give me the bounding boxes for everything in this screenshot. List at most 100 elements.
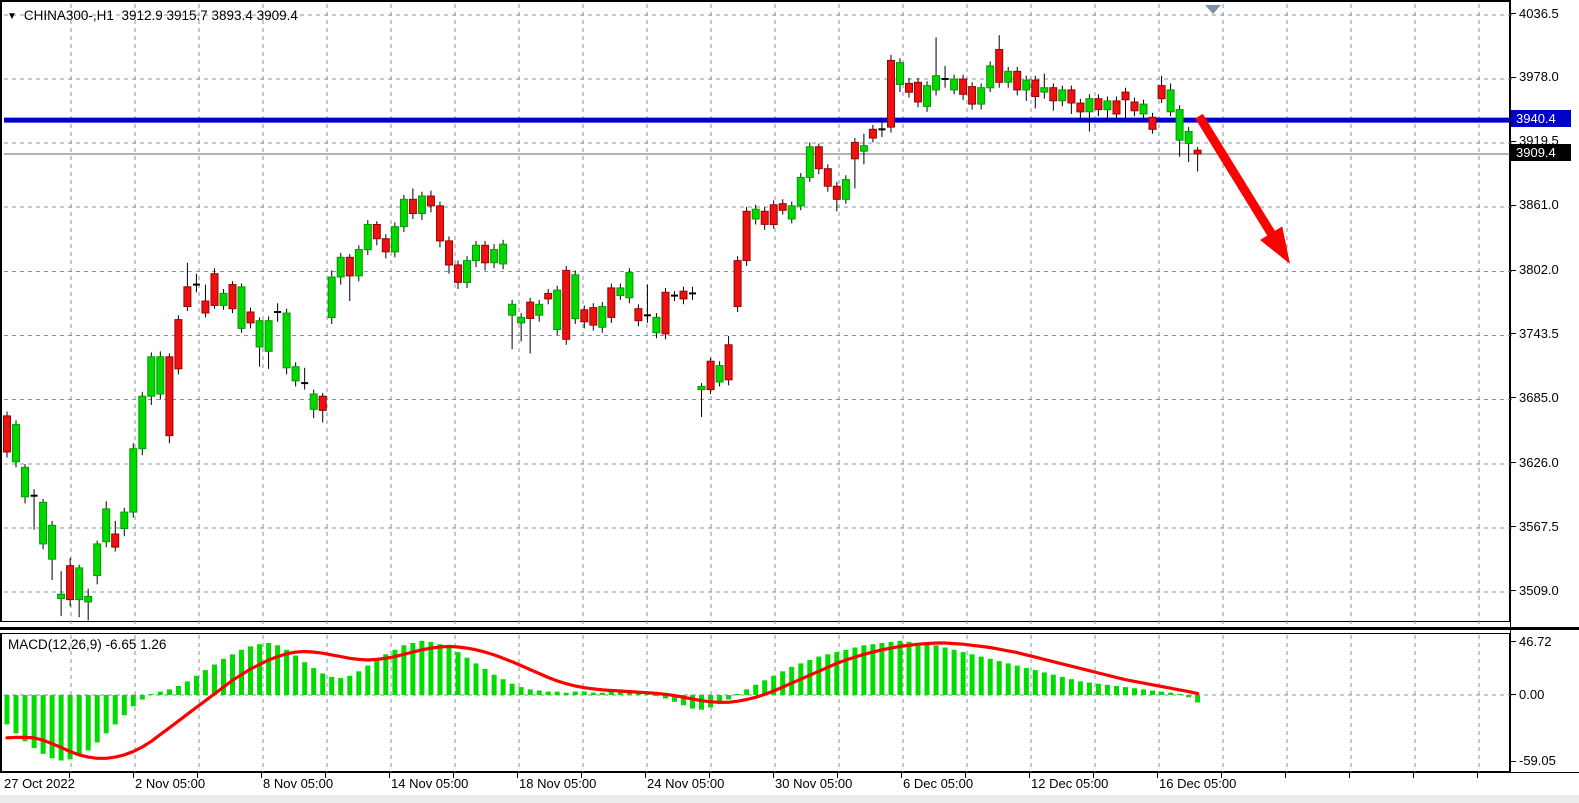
candle	[1086, 94, 1093, 131]
candle	[897, 58, 904, 92]
candle	[924, 81, 931, 112]
price-tick	[1510, 462, 1516, 463]
candle	[563, 266, 570, 345]
candle	[13, 420, 20, 467]
candle	[842, 175, 849, 204]
candle	[662, 288, 669, 339]
candle	[202, 285, 209, 318]
candle	[933, 37, 940, 95]
candle	[130, 443, 137, 517]
candle	[824, 164, 831, 191]
candle	[409, 188, 416, 219]
candle	[779, 199, 786, 214]
candle	[635, 304, 642, 326]
trend-arrow[interactable]	[1199, 116, 1290, 264]
price-tick	[1510, 590, 1516, 591]
candle	[725, 336, 732, 385]
time-tick	[1413, 772, 1414, 778]
candle	[527, 298, 534, 354]
candle	[942, 66, 949, 88]
candle	[31, 489, 38, 530]
candle	[951, 75, 958, 95]
candle	[58, 571, 65, 616]
candle	[103, 501, 110, 547]
candle	[4, 412, 11, 458]
candle	[590, 303, 597, 330]
time-tick	[1477, 772, 1478, 778]
price-tick	[1510, 13, 1516, 14]
time-tick	[261, 772, 262, 778]
candle	[220, 289, 227, 310]
candle	[869, 125, 876, 142]
pane-splitter[interactable]	[0, 627, 1579, 630]
candle	[960, 75, 967, 100]
candle	[85, 589, 92, 621]
candle	[364, 220, 371, 255]
scroll-position-marker	[1205, 5, 1221, 14]
candle	[915, 78, 922, 108]
candle	[1077, 99, 1084, 120]
candle	[283, 309, 290, 375]
candle	[1113, 97, 1120, 120]
pane-border	[0, 772, 1579, 773]
candle	[1059, 86, 1066, 107]
candle	[355, 245, 362, 281]
price-axis-label: 3978.0	[1519, 69, 1559, 84]
current-price-badge: 3909.4	[1511, 144, 1571, 161]
time-tick	[1349, 772, 1350, 778]
candle	[274, 303, 281, 322]
candle	[743, 207, 750, 266]
candle	[1014, 67, 1021, 95]
macd-indicator-label: MACD(12,26,9) -6.65 1.26	[8, 637, 166, 652]
collapse-icon[interactable]: ▼	[7, 11, 17, 22]
time-axis-label: 6 Dec 05:00	[903, 776, 973, 791]
candle	[851, 138, 858, 188]
time-axis-label: 16 Dec 05:00	[1159, 776, 1236, 791]
candle	[247, 308, 254, 329]
candle	[301, 368, 308, 390]
candle	[437, 202, 444, 248]
time-tick	[389, 772, 390, 778]
time-axis-label: 24 Nov 05:00	[647, 776, 724, 791]
candle	[1095, 94, 1102, 116]
candle	[139, 392, 146, 456]
candle	[211, 268, 218, 309]
candlestick-chart	[2, 2, 1512, 624]
candle	[482, 241, 489, 271]
candle	[707, 358, 714, 394]
candle	[987, 62, 994, 93]
time-tick	[517, 772, 518, 778]
price-axis-label: 4036.5	[1519, 6, 1559, 21]
time-axis-label: 2 Nov 05:00	[135, 776, 205, 791]
macd-chart	[2, 634, 1512, 773]
price-tick	[1510, 205, 1516, 206]
candle	[536, 300, 543, 322]
macd-axis-label: 0.00	[1519, 687, 1544, 702]
price-tick	[1510, 77, 1516, 78]
candle	[391, 222, 398, 257]
price-tick	[1510, 397, 1516, 398]
candle	[238, 284, 245, 333]
price-tick	[1510, 270, 1516, 271]
time-axis-label: 14 Nov 05:00	[391, 776, 468, 791]
chart-title: ▼CHINA300-,H1 3912.9 3915.7 3893.4 3909.…	[7, 8, 298, 23]
time-tick	[645, 772, 646, 778]
main-chart-pane[interactable]	[0, 0, 1510, 622]
price-axis-label: 3743.5	[1519, 326, 1559, 341]
candle	[1032, 76, 1039, 109]
candle	[978, 83, 985, 109]
candle	[1185, 127, 1192, 162]
price-axis-label: 3861.0	[1519, 197, 1559, 212]
chart-window: ▼CHINA300-,H1 3912.9 3915.7 3893.4 3909.…	[0, 0, 1579, 803]
candle	[878, 122, 885, 137]
candle	[680, 287, 687, 305]
candle	[1068, 86, 1075, 114]
candlesticks	[4, 35, 1202, 620]
candle	[184, 263, 191, 311]
macd-indicator-pane[interactable]	[0, 633, 1510, 772]
price-axis-label: 3567.5	[1519, 519, 1559, 534]
candle	[671, 291, 678, 301]
candle	[698, 383, 705, 417]
time-axis-label: 27 Oct 2022	[4, 776, 75, 791]
time-tick	[1285, 772, 1286, 778]
